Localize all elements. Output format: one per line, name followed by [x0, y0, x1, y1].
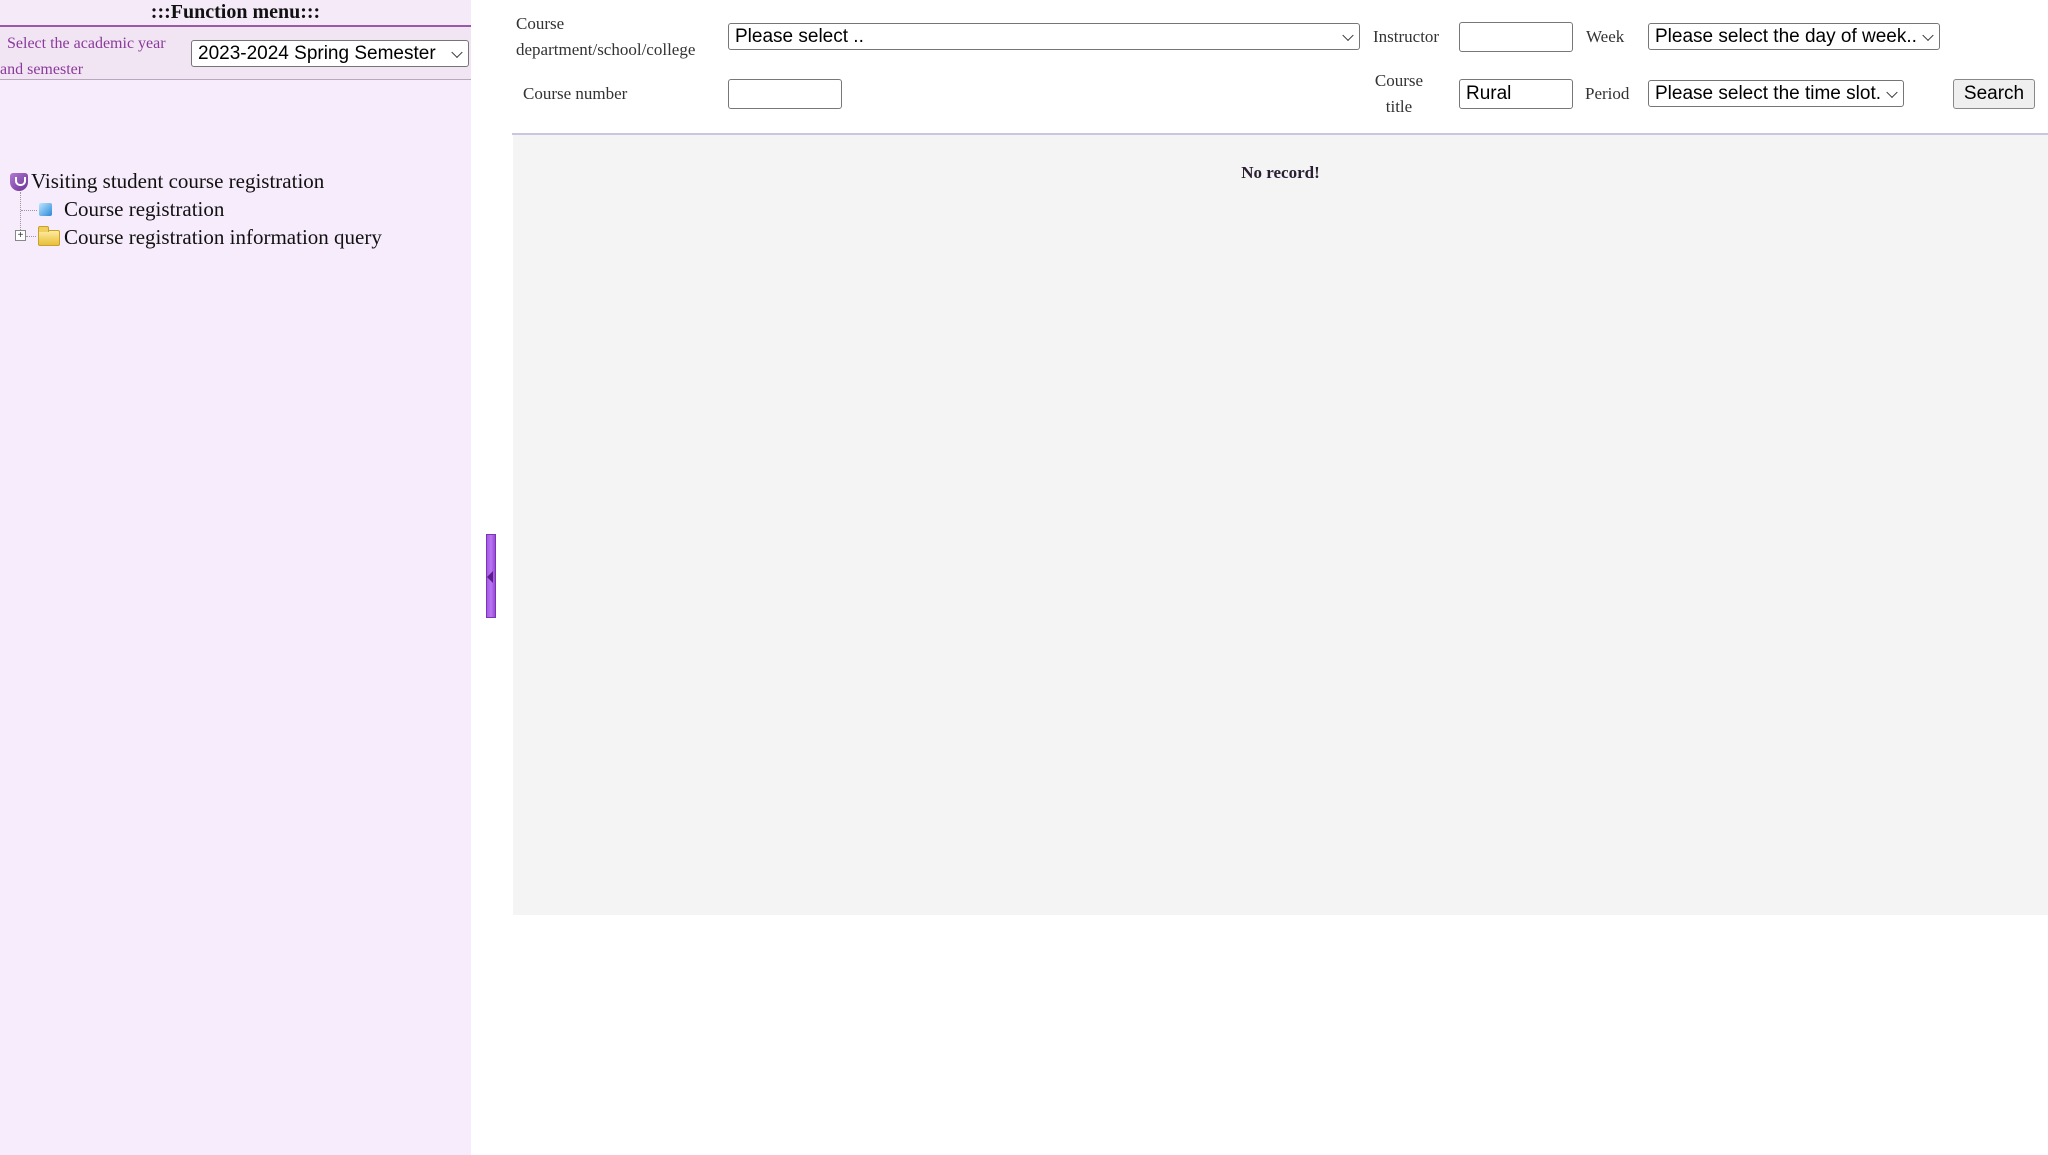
academic-year-value: 2023-2024 Spring Semester [198, 43, 436, 64]
tree-connector [21, 210, 37, 211]
tree-item-registration-query[interactable]: Course registration information query [38, 225, 382, 250]
academic-year-label: Select the academic year and semester [0, 35, 166, 78]
tree-root-item[interactable]: Visiting student course registration [10, 169, 324, 194]
week-label: Week [1586, 27, 1625, 46]
tree-item-label: Course registration information query [64, 225, 382, 249]
week-select-value: Please select the day of week.. [1655, 26, 1917, 47]
expand-plus-icon[interactable]: + [15, 230, 26, 241]
department-select-value: Please select .. [735, 26, 864, 47]
collapse-sidebar-handle[interactable] [486, 534, 496, 618]
department-select[interactable]: Please select .. [728, 23, 1360, 50]
course-title-label: Course title [1374, 71, 1424, 116]
chevron-down-icon [451, 46, 463, 58]
tree-connector [26, 236, 36, 237]
tree-item-course-registration[interactable]: Course registration [39, 197, 224, 222]
cube-icon [39, 203, 52, 216]
folder-icon [38, 225, 60, 246]
results-panel: No record! [513, 135, 2048, 915]
root-module-icon [10, 172, 28, 191]
instructor-input[interactable] [1459, 22, 1573, 52]
tree-root-label: Visiting student course registration [31, 169, 325, 193]
academic-year-select[interactable]: 2023-2024 Spring Semester [191, 40, 469, 67]
tree-item-label: Course registration [64, 197, 225, 221]
instructor-label: Instructor [1373, 27, 1440, 46]
chevron-down-icon [1342, 29, 1354, 41]
sidebar: :::Function menu::: Select the academic … [0, 0, 471, 1155]
search-button[interactable]: Search [1953, 79, 2035, 109]
chevron-down-icon [1922, 29, 1934, 41]
department-label: Course department/school/college [516, 14, 696, 59]
function-menu-title: :::Function menu::: [0, 0, 471, 27]
week-select[interactable]: Please select the day of week.. [1648, 23, 1940, 50]
course-title-input[interactable]: Rural [1459, 79, 1573, 109]
chevron-down-icon [1886, 86, 1898, 98]
course-number-input[interactable] [728, 79, 842, 109]
academic-year-row: Select the academic year and semester 20… [0, 27, 471, 80]
period-select-value: Please select the time slot. [1655, 83, 1881, 104]
no-record-message: No record! [1241, 163, 1320, 182]
period-select[interactable]: Please select the time slot. [1648, 80, 1904, 107]
course-number-label: Course number [523, 84, 628, 103]
period-label: Period [1585, 84, 1630, 103]
